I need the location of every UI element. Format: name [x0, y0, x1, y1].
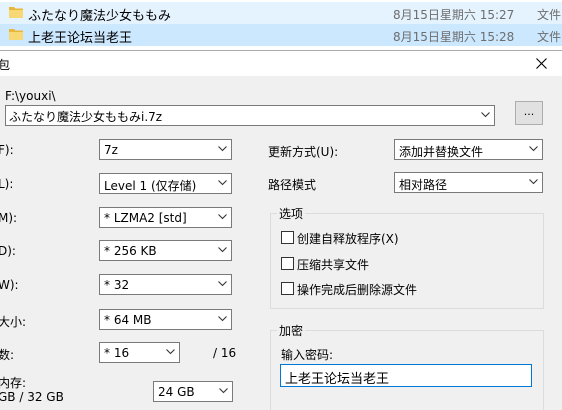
- solid-label: 大小:: [0, 315, 27, 329]
- word-size-select[interactable]: * 32: [99, 274, 232, 295]
- file-date: 8月15日星期六 15:28: [393, 30, 515, 44]
- browse-button[interactable]: ...: [515, 101, 543, 125]
- shared-files-label[interactable]: 压缩共享文件: [297, 256, 369, 273]
- archive-name-input[interactable]: ふたなり魔法少女ももみi.7z: [5, 105, 495, 126]
- memory-label: 内存:: [0, 376, 27, 390]
- chevron-down-icon: [218, 247, 227, 253]
- level-value: Level 1 (仅存储): [104, 179, 197, 193]
- delete-after-label[interactable]: 操作完成后删除源文件: [297, 281, 417, 298]
- method-value: * LZMA2 [std]: [104, 211, 187, 225]
- file-row[interactable]: ふたなり魔法少女ももみ 8月15日星期六 15:27 文件: [0, 2, 562, 24]
- chevron-down-icon: [219, 388, 228, 394]
- threads-max: / 16: [213, 346, 237, 360]
- folder-icon: [9, 7, 23, 18]
- threads-value: * 16: [104, 346, 130, 360]
- add-to-archive-dialog: 包 F:\youxi\ ふたなり魔法少女ももみi.7z ... F): L): …: [0, 50, 562, 410]
- password-value: 上老王论坛当老王: [285, 372, 390, 387]
- dialog-title: 包: [0, 58, 11, 72]
- encryption-group-title: 加密: [277, 322, 306, 339]
- chevron-down-icon: [218, 180, 227, 186]
- method-select[interactable]: * LZMA2 [std]: [99, 207, 232, 228]
- chevron-down-icon: [218, 316, 227, 322]
- folder-icon: [9, 29, 23, 40]
- path-mode-select[interactable]: 相对路径: [394, 172, 543, 193]
- word-size-value: * 32: [104, 278, 130, 292]
- chevron-down-icon: [218, 146, 227, 152]
- format-label: F):: [0, 143, 14, 157]
- memory-value: 24 GB: [158, 385, 195, 399]
- file-name: ふたなり魔法少女ももみ: [28, 9, 172, 24]
- chevron-down-icon: [218, 214, 227, 220]
- level-select[interactable]: Level 1 (仅存储): [99, 173, 232, 194]
- explorer-file-list: ふたなり魔法少女ももみ 8月15日星期六 15:27 文件 上老王论坛当老王 8…: [0, 0, 562, 50]
- path-mode-value: 相对路径: [399, 178, 448, 192]
- archive-name-value: ふたなり魔法少女ももみi.7z: [9, 110, 163, 124]
- chevron-down-icon: [166, 349, 175, 355]
- chevron-down-icon[interactable]: [481, 112, 490, 118]
- file-name: 上老王论坛当老王: [28, 31, 133, 46]
- word-label: W):: [0, 278, 19, 292]
- file-date: 8月15日星期六 15:27: [393, 8, 515, 22]
- password-input[interactable]: 上老王论坛当老王: [280, 364, 532, 387]
- file-type: 文件: [537, 30, 562, 44]
- format-value: 7z: [104, 143, 118, 157]
- dict-size-value: * 256 KB: [104, 244, 157, 258]
- threads-label: 数:: [0, 348, 15, 362]
- password-label: 输入密码:: [281, 348, 334, 362]
- sfx-checkbox[interactable]: [281, 231, 294, 244]
- solid-block-value: * 64 MB: [104, 313, 152, 327]
- chevron-down-icon: [218, 281, 227, 287]
- chevron-down-icon: [529, 179, 538, 185]
- archive-path-label: F:\youxi\: [5, 89, 56, 103]
- close-button[interactable]: [522, 51, 560, 76]
- delete-after-checkbox[interactable]: [281, 282, 294, 295]
- path-mode-label: 路径模式: [268, 178, 317, 192]
- options-group-title: 选项: [277, 205, 306, 222]
- update-mode-select[interactable]: 添加并替换文件: [394, 139, 543, 160]
- dict-label: D):: [0, 244, 16, 258]
- file-row-selected[interactable]: 上老王论坛当老王 8月15日星期六 15:28 文件: [0, 24, 562, 46]
- update-mode-label: 更新方式(U):: [268, 145, 339, 159]
- threads-select[interactable]: * 16: [99, 342, 180, 363]
- memory-usage-value: GB / 32 GB: [0, 390, 64, 404]
- dict-size-select[interactable]: * 256 KB: [99, 240, 232, 261]
- shared-files-checkbox[interactable]: [281, 257, 294, 270]
- method-label: M):: [0, 211, 18, 225]
- level-label: L):: [0, 177, 14, 191]
- chevron-down-icon: [529, 146, 538, 152]
- format-select[interactable]: 7z: [99, 139, 232, 160]
- update-mode-value: 添加并替换文件: [399, 145, 484, 159]
- solid-block-select[interactable]: * 64 MB: [99, 309, 232, 330]
- memory-select[interactable]: 24 GB: [153, 381, 233, 402]
- file-type: 文件: [537, 8, 562, 22]
- close-icon: [536, 58, 547, 69]
- dialog-titlebar: 包: [0, 51, 562, 76]
- sfx-label[interactable]: 创建自释放程序(X): [297, 230, 399, 247]
